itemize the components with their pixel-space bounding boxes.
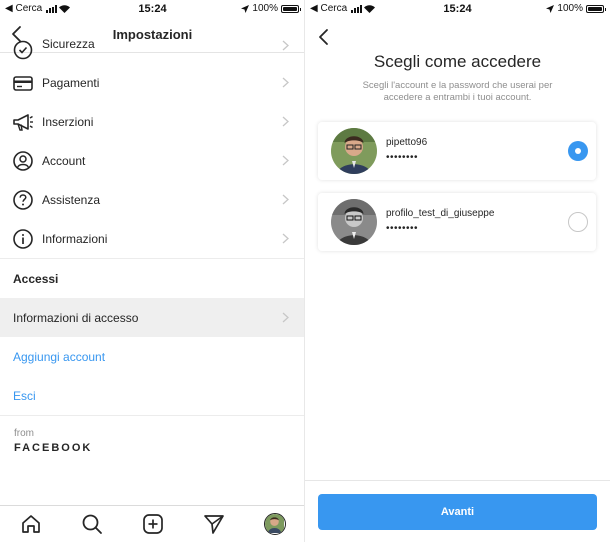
location-arrow-icon bbox=[241, 4, 250, 13]
avatar bbox=[331, 199, 377, 245]
status-bar: ◀ Cerca 15:24 100% bbox=[305, 0, 610, 17]
next-button[interactable]: Avanti bbox=[318, 494, 597, 530]
credit-card-icon bbox=[13, 76, 33, 91]
menu-label: Inserzioni bbox=[42, 114, 94, 129]
battery-icon bbox=[281, 4, 301, 13]
battery-percent: 100% bbox=[252, 3, 278, 14]
battery-percent: 100% bbox=[557, 3, 583, 14]
menu-label: Informazioni bbox=[42, 231, 108, 246]
radio-selected[interactable] bbox=[568, 141, 588, 161]
add-account-label: Aggiungi account bbox=[13, 349, 106, 364]
account-option-profilo-test[interactable]: profilo_test_di_giuseppe •••••••• bbox=[318, 193, 596, 251]
megaphone-icon bbox=[13, 114, 33, 131]
section-title: Accessi bbox=[13, 271, 59, 286]
tab-new-post[interactable] bbox=[141, 512, 165, 536]
menu-item-ads[interactable]: Inserzioni bbox=[0, 102, 305, 141]
menu-item-account[interactable]: Account bbox=[0, 141, 305, 180]
back-arrow-icon[interactable] bbox=[317, 28, 331, 46]
chevron-right-icon bbox=[282, 77, 289, 88]
account-password: •••••••• bbox=[386, 152, 419, 163]
menu-label: Pagamenti bbox=[42, 75, 100, 90]
menu-label: Account bbox=[42, 153, 86, 168]
menu-item-security[interactable]: Sicurezza bbox=[0, 37, 305, 63]
status-bar: ◀ Cerca 15:24 100% bbox=[0, 0, 305, 17]
from-facebook: from FACEBOOK bbox=[0, 415, 305, 501]
settings-screen: ◀ Cerca 15:24 100% Impostazioni Sicurezz… bbox=[0, 0, 305, 542]
settings-list: Sicurezza Pagamenti Inserzioni Account A… bbox=[0, 37, 305, 501]
menu-label: Informazioni di accesso bbox=[13, 310, 139, 325]
account-username: profilo_test_di_giuseppe bbox=[386, 208, 495, 219]
chevron-right-icon bbox=[282, 155, 289, 166]
location-arrow-icon bbox=[546, 4, 555, 13]
tab-profile[interactable] bbox=[263, 512, 287, 536]
page-title: Scegli come accedere bbox=[373, 52, 542, 71]
search-icon bbox=[82, 514, 102, 534]
logout-label: Esci bbox=[13, 388, 36, 403]
avatar bbox=[331, 128, 377, 174]
shield-check-icon bbox=[13, 40, 33, 60]
add-account-link[interactable]: Aggiungi account bbox=[0, 337, 305, 376]
tab-search[interactable] bbox=[80, 512, 104, 536]
account-password: •••••••• bbox=[386, 223, 419, 234]
choose-login-screen: ◀ Cerca 15:24 100% Scegli come accedere … bbox=[305, 0, 610, 542]
profile-avatar bbox=[263, 513, 286, 535]
page-subtitle: Scegli l'account e la password che usera… bbox=[362, 80, 553, 103]
tab-direct[interactable] bbox=[202, 512, 226, 536]
menu-item-help[interactable]: Assistenza bbox=[0, 180, 305, 219]
chevron-right-icon bbox=[282, 194, 289, 205]
account-option-pipetto96[interactable]: pipetto96 •••••••• bbox=[318, 122, 596, 180]
home-icon bbox=[21, 515, 40, 533]
facebook-brand: FACEBOOK bbox=[14, 442, 93, 454]
battery-icon bbox=[586, 4, 606, 13]
account-username: pipetto96 bbox=[386, 137, 428, 148]
account-circle-icon bbox=[13, 151, 33, 171]
menu-item-payments[interactable]: Pagamenti bbox=[0, 63, 305, 102]
menu-label: Sicurezza bbox=[42, 37, 95, 51]
direct-icon bbox=[203, 515, 224, 534]
help-icon bbox=[13, 190, 33, 210]
logout-link[interactable]: Esci bbox=[0, 376, 305, 415]
menu-item-login-info[interactable]: Informazioni di accesso bbox=[0, 298, 305, 337]
bottom-bar: Avanti bbox=[305, 480, 610, 542]
chevron-right-icon bbox=[282, 233, 289, 244]
add-post-icon bbox=[142, 514, 163, 534]
tab-home[interactable] bbox=[19, 512, 43, 536]
tab-bar bbox=[0, 505, 305, 542]
menu-item-about[interactable]: Informazioni bbox=[0, 219, 305, 258]
menu-label: Assistenza bbox=[42, 192, 101, 207]
radio-unselected[interactable] bbox=[568, 212, 588, 232]
info-icon bbox=[13, 229, 33, 249]
chevron-right-icon bbox=[282, 312, 289, 323]
chevron-right-icon bbox=[282, 40, 289, 51]
from-label: from bbox=[14, 428, 34, 439]
chevron-right-icon bbox=[282, 116, 289, 127]
